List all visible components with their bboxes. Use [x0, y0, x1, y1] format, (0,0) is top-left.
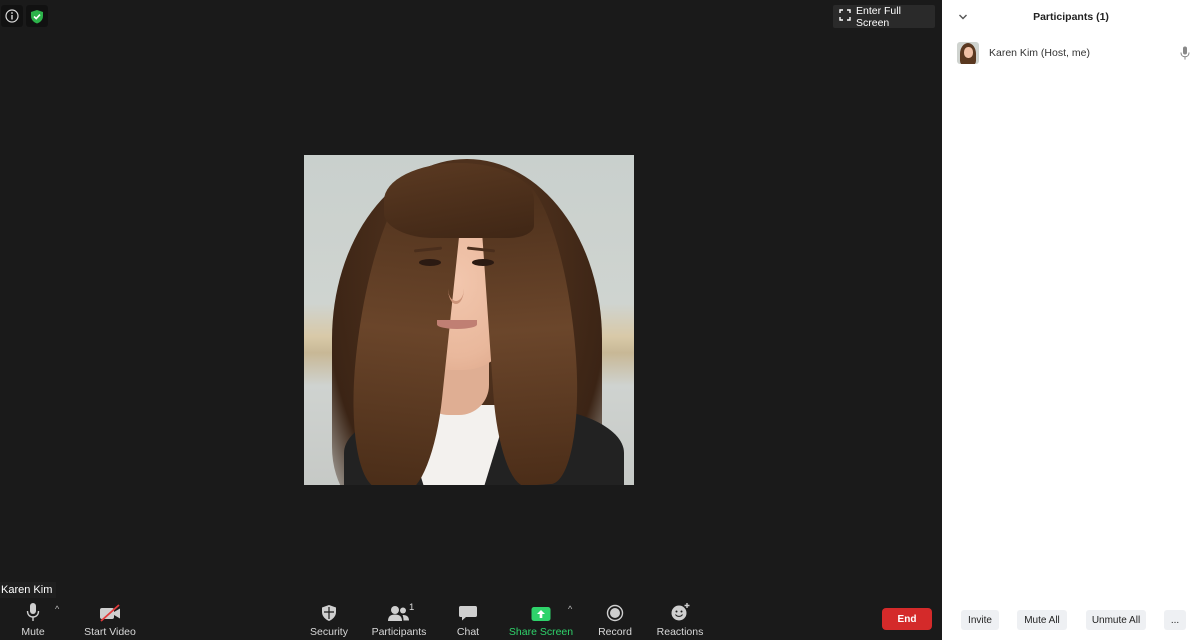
participants-count: 1 — [409, 602, 415, 613]
shield-icon[interactable] — [26, 5, 48, 27]
zoom-window: Enter Full Screen Karen Kim Mute ^ Start… — [0, 0, 1200, 640]
mute-label: Mute — [21, 626, 45, 638]
fullscreen-icon — [839, 9, 851, 24]
security-button[interactable]: Security — [310, 600, 348, 638]
participants-panel: Participants (1) Karen Kim (Host, me) In… — [942, 0, 1200, 640]
info-icon[interactable] — [1, 5, 23, 27]
mic-icon[interactable] — [1180, 46, 1190, 65]
participant-name-label: Karen Kim — [0, 582, 57, 598]
record-icon — [606, 600, 624, 622]
participants-label: Participants — [371, 626, 427, 638]
participant-video — [304, 155, 634, 485]
avatar — [957, 42, 979, 64]
chat-button[interactable]: Chat — [456, 600, 480, 638]
security-label: Security — [310, 626, 348, 638]
chat-label: Chat — [456, 626, 480, 638]
security-shield-icon — [321, 600, 337, 622]
enter-full-screen-button[interactable]: Enter Full Screen — [833, 4, 935, 29]
participant-row[interactable]: Karen Kim (Host, me) — [942, 40, 1200, 66]
record-button[interactable]: Record — [597, 600, 633, 638]
more-options-button[interactable]: ... — [1164, 610, 1186, 630]
panel-title: Participants (1) — [1033, 11, 1109, 23]
audio-options-caret[interactable]: ^ — [55, 604, 59, 614]
video-off-icon — [98, 600, 122, 622]
start-video-label: Start Video — [84, 626, 136, 638]
meeting-area: Enter Full Screen Karen Kim Mute ^ Start… — [0, 0, 942, 640]
mic-icon — [26, 600, 40, 622]
record-label: Record — [598, 626, 632, 638]
mute-button[interactable]: Mute — [18, 600, 48, 638]
fullscreen-label: Enter Full Screen — [856, 4, 901, 29]
panel-footer: Invite Mute All Unmute All ... — [942, 610, 1200, 630]
share-options-caret[interactable]: ^ — [568, 604, 572, 614]
reactions-button[interactable]: Reactions — [656, 600, 704, 638]
unmute-all-button[interactable]: Unmute All — [1086, 610, 1146, 630]
mute-all-button[interactable]: Mute All — [1017, 610, 1067, 630]
participants-button[interactable]: 1 Participants — [371, 600, 427, 638]
share-screen-label: Share Screen — [508, 626, 574, 638]
share-screen-button[interactable]: Share Screen — [508, 600, 574, 638]
invite-button[interactable]: Invite — [961, 610, 999, 630]
reactions-label: Reactions — [656, 626, 704, 638]
chat-icon — [458, 600, 478, 622]
share-screen-icon — [531, 600, 551, 622]
meeting-toolbar: Mute ^ Start Video Security 1 Participan… — [0, 598, 942, 640]
reactions-icon — [670, 600, 690, 622]
end-meeting-button[interactable]: End — [882, 608, 932, 630]
participants-icon — [387, 600, 411, 622]
start-video-button[interactable]: Start Video — [84, 600, 136, 638]
participant-name: Karen Kim (Host, me) — [989, 47, 1090, 59]
